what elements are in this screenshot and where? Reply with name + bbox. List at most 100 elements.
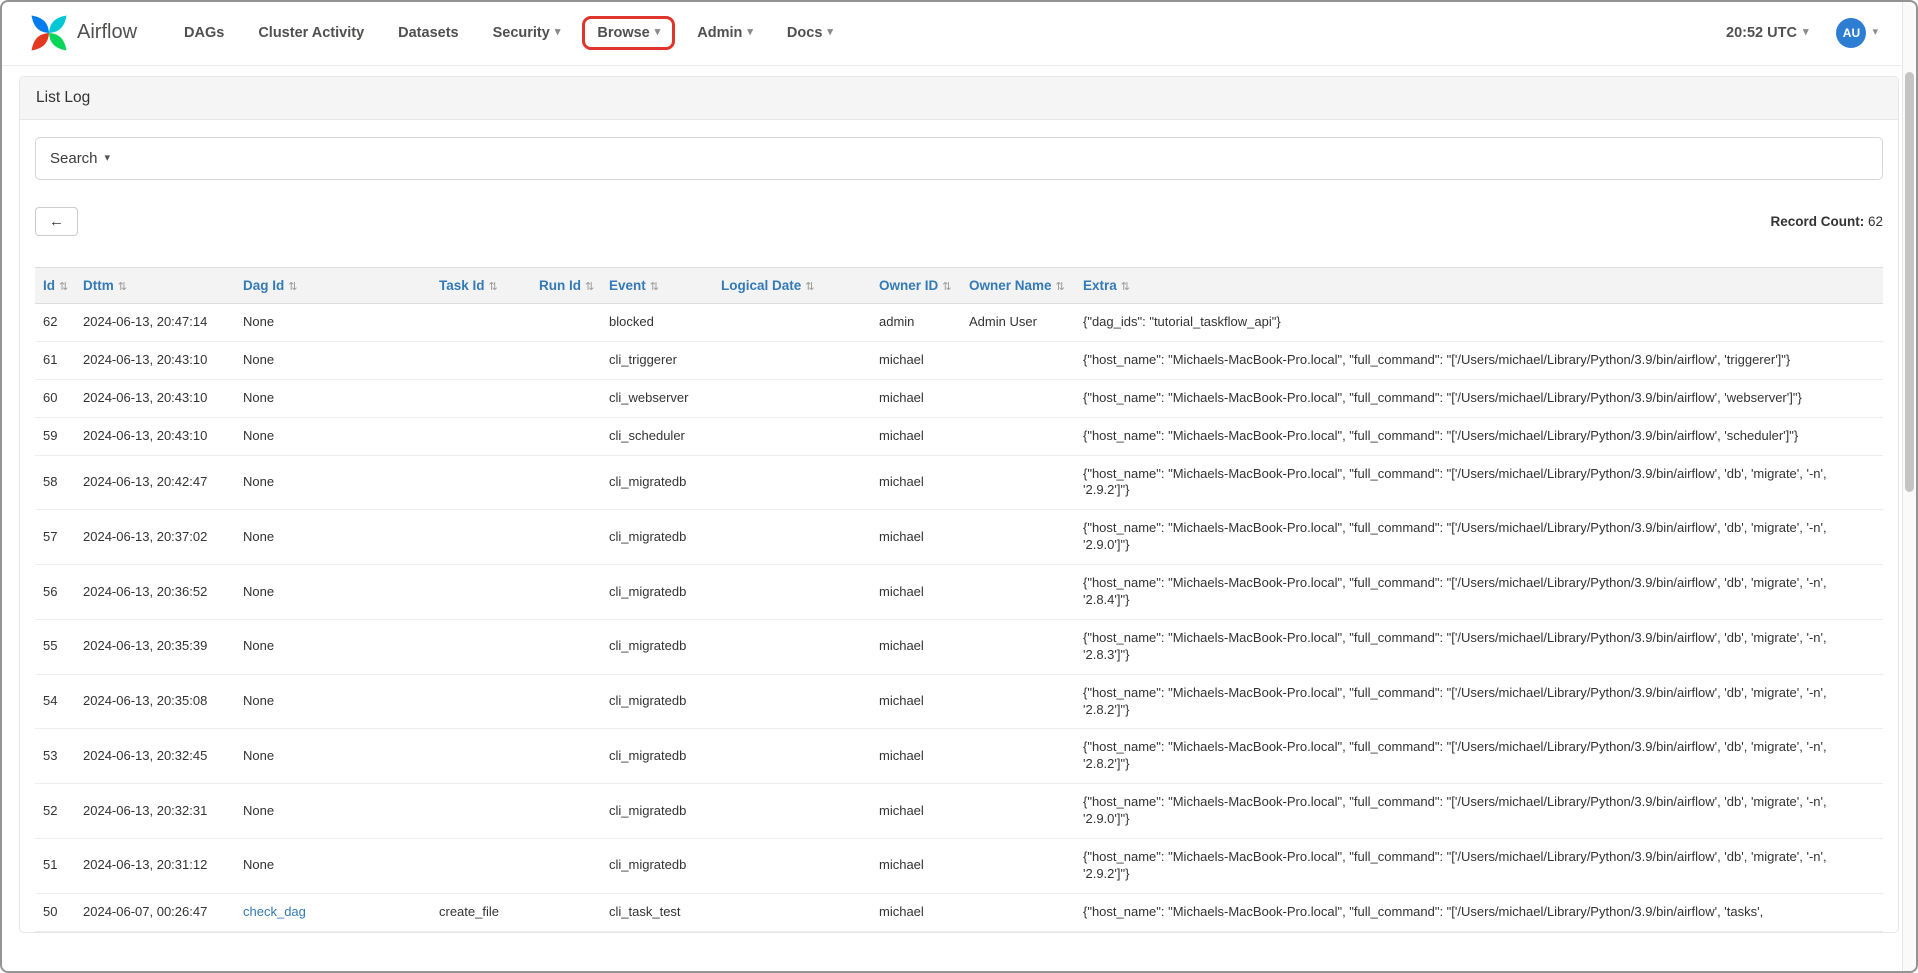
column-header-run_id[interactable]: Run Id ⇅ xyxy=(531,268,601,304)
column-header-label: Dttm xyxy=(83,278,114,293)
column-header-extra[interactable]: Extra ⇅ xyxy=(1075,268,1883,304)
cell-run_id xyxy=(531,839,601,894)
cell-dttm: 2024-06-13, 20:35:08 xyxy=(75,674,235,729)
cell-owner_id: michael xyxy=(871,619,961,674)
column-header-label: Extra xyxy=(1083,278,1117,293)
cell-dttm: 2024-06-13, 20:36:52 xyxy=(75,565,235,620)
cell-owner_name xyxy=(961,417,1075,455)
navbar: Airflow DAGsCluster ActivityDatasetsSecu… xyxy=(0,0,1918,66)
nav-item-cluster-activity[interactable]: Cluster Activity xyxy=(241,15,381,51)
cell-dttm: 2024-06-13, 20:43:10 xyxy=(75,341,235,379)
column-header-dttm[interactable]: Dttm ⇅ xyxy=(75,268,235,304)
cell-task_id xyxy=(431,510,531,565)
cell-extra: {"host_name": "Michaels-MacBook-Pro.loca… xyxy=(1075,784,1883,839)
dag-id-link[interactable]: check_dag xyxy=(243,904,306,919)
log-row: 542024-06-13, 20:35:08Nonecli_migratedbm… xyxy=(35,674,1883,729)
back-button[interactable]: ← xyxy=(35,207,78,236)
cell-extra: {"host_name": "Michaels-MacBook-Pro.loca… xyxy=(1075,417,1883,455)
cell-owner_name xyxy=(961,619,1075,674)
search-dropdown[interactable]: Search ▾ xyxy=(35,137,1883,180)
log-row: 512024-06-13, 20:31:12Nonecli_migratedbm… xyxy=(35,839,1883,894)
cell-owner_id: michael xyxy=(871,510,961,565)
column-header-label: Logical Date xyxy=(721,278,801,293)
sort-icon[interactable]: ⇅ xyxy=(805,281,814,293)
cell-extra: {"host_name": "Michaels-MacBook-Pro.loca… xyxy=(1075,619,1883,674)
cell-id: 59 xyxy=(35,417,75,455)
cell-event: cli_migratedb xyxy=(601,674,713,729)
cell-owner_id: michael xyxy=(871,417,961,455)
cell-logical_date xyxy=(713,619,871,674)
cell-dag_id: None xyxy=(235,674,431,729)
sort-icon[interactable]: ⇅ xyxy=(585,281,594,293)
cell-extra: {"dag_ids": "tutorial_taskflow_api"} xyxy=(1075,304,1883,342)
cell-logical_date xyxy=(713,417,871,455)
log-row: 552024-06-13, 20:35:39Nonecli_migratedbm… xyxy=(35,619,1883,674)
cell-owner_id: michael xyxy=(871,565,961,620)
clock-dropdown[interactable]: 20:52 UTC ▾ xyxy=(1726,25,1808,41)
nav-item-docs[interactable]: Docs▾ xyxy=(770,15,850,51)
column-header-dag_id[interactable]: Dag Id ⇅ xyxy=(235,268,431,304)
cell-dttm: 2024-06-13, 20:37:02 xyxy=(75,510,235,565)
sort-icon[interactable]: ⇅ xyxy=(288,281,297,293)
sort-icon[interactable]: ⇅ xyxy=(118,281,127,293)
column-header-task_id[interactable]: Task Id⇅ xyxy=(431,268,531,304)
cell-run_id xyxy=(531,674,601,729)
cell-task_id xyxy=(431,417,531,455)
cell-extra: {"host_name": "Michaels-MacBook-Pro.loca… xyxy=(1075,341,1883,379)
nav-item-dags[interactable]: DAGs xyxy=(167,15,241,51)
cell-dag_id: None xyxy=(235,455,431,510)
cell-id: 61 xyxy=(35,341,75,379)
airflow-logo-icon xyxy=(30,14,68,52)
navbar-right: 20:52 UTC ▾ AU ▾ xyxy=(1726,18,1878,48)
toolbar: ← Record Count: 62 xyxy=(35,207,1883,236)
nav-item-security[interactable]: Security▾ xyxy=(476,15,578,51)
cell-id: 62 xyxy=(35,304,75,342)
column-header-logical_date[interactable]: Logical Date ⇅ xyxy=(713,268,871,304)
cell-event: cli_migratedb xyxy=(601,839,713,894)
scrollbar-thumb[interactable] xyxy=(1905,72,1914,492)
airflow-brand[interactable]: Airflow xyxy=(30,14,137,52)
column-header-label: Run Id xyxy=(539,278,581,293)
cell-dag_id: None xyxy=(235,341,431,379)
nav-item-admin[interactable]: Admin▾ xyxy=(680,15,770,51)
cell-event: cli_triggerer xyxy=(601,341,713,379)
avatar[interactable]: AU xyxy=(1836,18,1866,48)
column-header-label: Event xyxy=(609,278,646,293)
cell-owner_id: michael xyxy=(871,455,961,510)
nav-item-browse[interactable]: Browse▾ xyxy=(582,16,675,50)
cell-id: 56 xyxy=(35,565,75,620)
user-menu[interactable]: AU ▾ xyxy=(1836,18,1878,48)
cell-logical_date xyxy=(713,674,871,729)
sort-icon[interactable]: ⇅ xyxy=(1121,281,1130,293)
column-header-label: Dag Id xyxy=(243,278,284,293)
cell-id: 55 xyxy=(35,619,75,674)
nav-item-datasets[interactable]: Datasets xyxy=(381,15,475,51)
caret-down-icon: ▾ xyxy=(827,27,833,38)
record-count-value: 62 xyxy=(1868,214,1883,229)
cell-task_id xyxy=(431,729,531,784)
log-table: Id⇅Dttm⇅Dag Id⇅Task Id⇅Run Id⇅Event⇅Logi… xyxy=(35,267,1883,932)
column-header-id[interactable]: Id⇅ xyxy=(35,268,75,304)
sort-icon[interactable]: ⇅ xyxy=(942,281,951,293)
nav-item-label: Browse xyxy=(597,25,649,41)
cell-event: blocked xyxy=(601,304,713,342)
column-header-owner_name[interactable]: Owner Name⇅ xyxy=(961,268,1075,304)
cell-id: 50 xyxy=(35,893,75,931)
cell-owner_id: michael xyxy=(871,893,961,931)
cell-event: cli_migratedb xyxy=(601,784,713,839)
column-header-owner_id[interactable]: Owner ID⇅ xyxy=(871,268,961,304)
sort-icon[interactable]: ⇅ xyxy=(59,281,68,293)
cell-extra: {"host_name": "Michaels-MacBook-Pro.loca… xyxy=(1075,839,1883,894)
cell-task_id xyxy=(431,565,531,620)
log-row: 502024-06-07, 00:26:47check_dagcreate_fi… xyxy=(35,893,1883,931)
cell-dag_id: None xyxy=(235,784,431,839)
sort-icon[interactable]: ⇅ xyxy=(1056,281,1065,293)
column-header-event[interactable]: Event ⇅ xyxy=(601,268,713,304)
sort-icon[interactable]: ⇅ xyxy=(650,281,659,293)
scrollbar[interactable] xyxy=(1902,2,1916,971)
cell-owner_name xyxy=(961,510,1075,565)
cell-dag_id: None xyxy=(235,565,431,620)
cell-event: cli_migratedb xyxy=(601,455,713,510)
cell-run_id xyxy=(531,893,601,931)
sort-icon[interactable]: ⇅ xyxy=(489,281,498,293)
